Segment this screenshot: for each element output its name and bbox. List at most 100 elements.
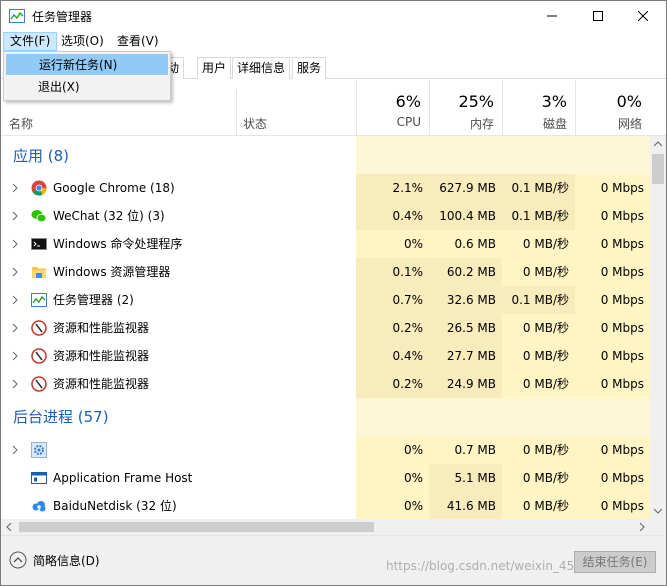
- table-row[interactable]: Google Chrome (18) 2.1% 627.9 MB 0.1 MB/…: [1, 174, 650, 202]
- section-apps-title: 应用 (8): [13, 147, 70, 165]
- table-row[interactable]: 资源和性能监视器 0.4% 27.7 MB 0 MB/秒 0 Mbps: [1, 342, 650, 370]
- cpu-cell: 0.4%: [356, 342, 429, 370]
- task-manager-icon: [9, 9, 25, 23]
- table-row[interactable]: Windows 命令处理程序 0% 0.6 MB 0 MB/秒 0 Mbps: [1, 230, 650, 258]
- header-disk[interactable]: 3% 磁盘: [502, 80, 575, 136]
- chevron-right-icon[interactable]: [10, 379, 20, 389]
- chevron-right-icon[interactable]: [10, 351, 20, 361]
- disk-label: 磁盘: [542, 117, 567, 131]
- minimize-button[interactable]: [529, 1, 575, 31]
- menu-file[interactable]: 文件(F): [3, 32, 58, 51]
- wechat-icon: [31, 210, 47, 223]
- scroll-up-arrow-icon[interactable]: [654, 141, 662, 147]
- network-cell: 0 Mbps: [575, 370, 650, 398]
- chevron-right-icon[interactable]: [10, 239, 20, 249]
- cpu-cell: 0.4%: [356, 202, 429, 230]
- scroll-right-arrow-icon[interactable]: [639, 523, 645, 531]
- menu-options[interactable]: 选项(O): [55, 32, 110, 51]
- chrome-icon: [31, 180, 47, 196]
- disk-cell: 0 MB/秒: [502, 492, 575, 519]
- chevron-right-icon[interactable]: [10, 211, 20, 221]
- chevron-right-icon[interactable]: [10, 183, 20, 193]
- table-row[interactable]: BaiduNetdisk (32 位) 0% 41.6 MB 0 MB/秒 0 …: [1, 492, 650, 519]
- resource-monitor-icon: [31, 376, 47, 392]
- title-bar[interactable]: 任务管理器: [1, 1, 666, 31]
- network-cell: 0 Mbps: [575, 286, 650, 314]
- network-label: 网络: [617, 117, 642, 131]
- section-background-title: 后台进程 (57): [13, 408, 109, 426]
- vertical-scrollbar[interactable]: [650, 136, 666, 519]
- header-name[interactable]: 名称: [9, 115, 33, 132]
- disk-cell: 0 MB/秒: [502, 314, 575, 342]
- cpu-cell: 0%: [356, 492, 429, 519]
- process-name: Windows 命令处理程序: [53, 237, 183, 251]
- header-status[interactable]: 状态: [243, 115, 267, 132]
- chevron-right-icon[interactable]: [10, 295, 20, 305]
- chevron-right-icon[interactable]: [10, 267, 20, 277]
- menu-view[interactable]: 查看(V): [111, 32, 165, 51]
- chevron-right-icon[interactable]: [10, 445, 20, 455]
- task-manager-window: 任务管理器 文件(F) 选项(O) 查看(V) 启动 用户 详细信息 服务 运行…: [0, 0, 667, 586]
- network-cell: 0 Mbps: [575, 174, 650, 202]
- file-menu-dropdown: 运行新任务(N) 退出(X): [3, 51, 171, 101]
- process-name: 任务管理器 (2): [53, 293, 134, 307]
- network-cell: 0 Mbps: [575, 202, 650, 230]
- table-row[interactable]: 任务管理器 (2) 0.7% 32.6 MB 0.1 MB/秒 0 Mbps: [1, 286, 650, 314]
- fewer-details-button[interactable]: 简略信息(D): [9, 551, 100, 569]
- resource-monitor-icon: [31, 320, 47, 336]
- cpu-cell: 0.2%: [356, 370, 429, 398]
- disk-cell: 0 MB/秒: [502, 436, 575, 464]
- section-background[interactable]: 后台进程 (57): [1, 398, 650, 436]
- table-row[interactable]: Windows 资源管理器 0.1% 60.2 MB 0 MB/秒 0 Mbps: [1, 258, 650, 286]
- process-name: WeChat (32 位) (3): [53, 209, 165, 223]
- disk-cell: 0 MB/秒: [502, 464, 575, 492]
- cpu-cell: 0.7%: [356, 286, 429, 314]
- memory-label: 内存: [469, 117, 494, 131]
- cpu-cell: 0%: [356, 464, 429, 492]
- chevron-up-circle-icon: [9, 551, 27, 569]
- horizontal-scrollbar[interactable]: [1, 519, 650, 535]
- table-row[interactable]: 资源和性能监视器 0.2% 26.5 MB 0 MB/秒 0 Mbps: [1, 314, 650, 342]
- scroll-down-arrow-icon[interactable]: [654, 508, 662, 514]
- disk-cell: 0 MB/秒: [502, 258, 575, 286]
- disk-cell: 0 MB/秒: [502, 370, 575, 398]
- header-cpu[interactable]: 6% CPU: [356, 80, 429, 136]
- cpu-cell: 0%: [356, 436, 429, 464]
- scroll-left-arrow-icon[interactable]: [6, 523, 12, 531]
- process-list: 应用 (8) Google Chrome (18) 2.1% 627.9 MB …: [1, 136, 650, 519]
- table-row[interactable]: Application Frame Host 0% 5.1 MB 0 MB/秒 …: [1, 464, 650, 492]
- tab-details[interactable]: 详细信息: [232, 57, 291, 79]
- memory-cell: 100.4 MB: [429, 202, 502, 230]
- header-network[interactable]: 0% 网络: [575, 80, 650, 136]
- process-name: Google Chrome (18): [53, 181, 175, 195]
- header-divider: [236, 90, 237, 135]
- cloud-icon: [32, 501, 46, 512]
- scrollbar-corner: [650, 519, 666, 535]
- maximize-button[interactable]: [575, 1, 621, 31]
- horizontal-scroll-thumb[interactable]: [19, 522, 374, 532]
- close-icon: [638, 11, 648, 21]
- section-apps[interactable]: 应用 (8): [1, 136, 650, 176]
- tab-services[interactable]: 服务: [292, 57, 327, 79]
- network-cell: 0 Mbps: [575, 492, 650, 519]
- process-name: Application Frame Host: [53, 471, 193, 485]
- vertical-scroll-thumb[interactable]: [652, 154, 664, 184]
- table-row[interactable]: 资源和性能监视器 0.2% 24.9 MB 0 MB/秒 0 Mbps: [1, 370, 650, 398]
- tab-users[interactable]: 用户: [197, 57, 232, 79]
- footer: 简略信息(D) https://blog.csdn.net/weixin_456…: [1, 535, 666, 585]
- header-memory[interactable]: 25% 内存: [429, 80, 502, 136]
- app-frame-icon: [31, 472, 47, 484]
- chevron-right-icon[interactable]: [10, 323, 20, 333]
- network-cell: 0 Mbps: [575, 436, 650, 464]
- network-cell: 0 Mbps: [575, 342, 650, 370]
- exit-item[interactable]: 退出(X): [6, 77, 168, 98]
- end-task-button[interactable]: 结束任务(E): [574, 551, 656, 573]
- close-button[interactable]: [620, 1, 666, 31]
- run-new-task-item[interactable]: 运行新任务(N): [6, 54, 168, 75]
- cpu-cell: 0.1%: [356, 258, 429, 286]
- table-row[interactable]: WeChat (32 位) (3) 0.4% 100.4 MB 0.1 MB/秒…: [1, 202, 650, 230]
- network-total: 0%: [616, 92, 642, 111]
- memory-cell: 5.1 MB: [429, 464, 502, 492]
- process-name: 资源和性能监视器: [53, 377, 150, 391]
- table-row[interactable]: 0% 0.7 MB 0 MB/秒 0 Mbps: [1, 436, 650, 464]
